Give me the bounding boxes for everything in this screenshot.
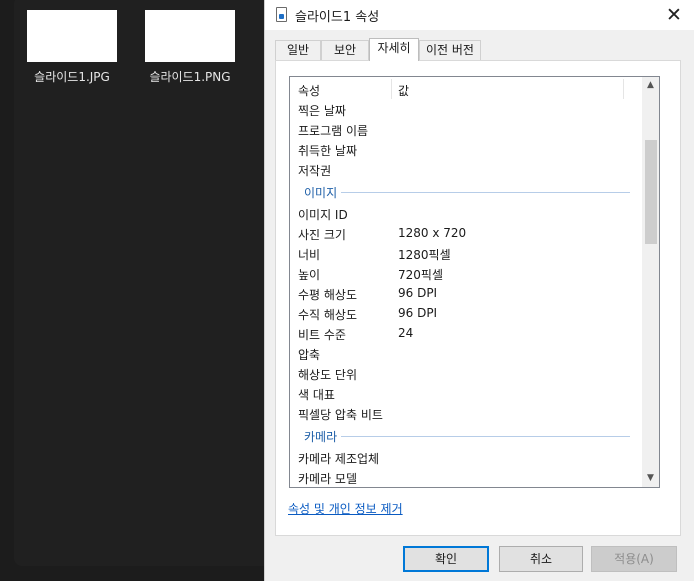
property-name: 사진 크기 [298,228,346,242]
property-value: 24 [398,326,414,340]
file-item-png[interactable]: 슬라이드1.PNG [142,8,238,85]
property-name: 수직 해상도 [298,308,358,322]
property-value: 96 DPI [398,306,438,320]
property-name: 픽셀당 압축 비트 [298,408,383,422]
property-rows: 찍은 날짜 프로그램 이름 취득한 날짜 저작권 이미지 이미지 ID 사진 크… [290,99,643,487]
group-label: 이미지 [304,184,342,201]
property-name: 너비 [298,248,321,262]
tab-details[interactable]: 자세히 [369,38,419,61]
property-name: 프로그램 이름 [298,124,369,138]
group-label: 카메라 [304,428,342,445]
property-row[interactable]: 사진 크기 1280 x 720 [290,223,643,243]
details-tab-page: 속성 값 찍은 날짜 프로그램 이름 취득한 날짜 저작권 이미지 이미지 ID… [275,60,681,536]
property-row[interactable]: 수평 해상도 96 DPI [290,283,643,303]
group-header-image: 이미지 [290,179,643,203]
tab-general[interactable]: 일반 [275,40,321,60]
property-name: 카메라 모델 [298,472,358,486]
group-divider [304,192,630,193]
vertical-scrollbar[interactable]: ▲ ▼ [642,77,659,487]
column-header: 속성 값 [290,77,643,100]
property-row[interactable]: 프로그램 이름 [290,119,643,139]
property-row[interactable]: 카메라 제조업체 [290,447,643,467]
property-name: 색 대표 [298,388,335,402]
property-row[interactable]: 이미지 ID [290,203,643,223]
column-divider[interactable] [391,79,392,99]
property-row[interactable]: 높이 720픽셀 [290,263,643,283]
tab-security[interactable]: 보안 [321,40,369,60]
column-divider[interactable] [623,79,624,99]
apply-button[interactable]: 적용(A) [591,546,677,572]
property-name: 압축 [298,348,321,362]
property-name: 비트 수준 [298,328,346,342]
column-header-value[interactable]: 값 [398,82,409,99]
properties-dialog: 슬라이드1 속성 ✕ 일반 보안 자세히 이전 버전 속성 값 찍은 날짜 프로… [264,0,694,581]
property-row[interactable]: 저작권 [290,159,643,179]
property-row[interactable]: 찍은 날짜 [290,99,643,119]
property-row[interactable]: 해상도 단위 [290,363,643,383]
property-row[interactable]: 수직 해상도 96 DPI [290,303,643,323]
property-value: 1280 x 720 [398,226,467,240]
property-row[interactable]: 색 대표 [290,383,643,403]
property-row[interactable]: 취득한 날짜 [290,139,643,159]
remove-properties-link[interactable]: 속성 및 개인 정보 제거 [288,500,403,517]
property-row[interactable]: 픽셀당 압축 비트 [290,403,643,423]
scroll-up-arrow-icon[interactable]: ▲ [642,77,659,94]
group-divider [304,436,630,437]
file-icon [276,7,287,22]
property-value: 720픽셀 [398,268,443,282]
property-value: 1280픽셀 [398,248,451,262]
title-bar[interactable]: 슬라이드1 속성 ✕ [265,0,694,30]
column-header-property[interactable]: 속성 [298,82,320,99]
property-name: 이미지 ID [298,208,348,222]
cancel-button[interactable]: 취소 [499,546,583,572]
file-name: 슬라이드1.JPG [34,70,110,84]
property-row[interactable]: 압축 [290,343,643,363]
property-name: 높이 [298,268,321,282]
property-row[interactable]: 너비 1280픽셀 [290,243,643,263]
property-row[interactable]: 비트 수준 24 [290,323,643,343]
file-thumbnail [145,10,235,62]
properties-list[interactable]: 속성 값 찍은 날짜 프로그램 이름 취득한 날짜 저작권 이미지 이미지 ID… [289,76,660,488]
property-name: 취득한 날짜 [298,144,358,158]
file-name: 슬라이드1.PNG [149,70,231,84]
tab-previous-versions[interactable]: 이전 버전 [419,40,481,60]
file-item-jpg[interactable]: 슬라이드1.JPG [24,8,120,85]
file-thumbnail [27,10,117,62]
property-name: 해상도 단위 [298,368,358,382]
property-name: 카메라 제조업체 [298,452,380,466]
ok-button[interactable]: 확인 [403,546,489,572]
scroll-down-arrow-icon[interactable]: ▼ [642,470,659,487]
close-button[interactable]: ✕ [663,4,685,26]
group-header-camera: 카메라 [290,423,643,447]
property-name: 수평 해상도 [298,288,358,302]
dialog-title: 슬라이드1 속성 [295,10,380,25]
scrollbar-thumb[interactable] [645,140,657,244]
property-name: 저작권 [298,164,332,178]
property-row[interactable]: 카메라 모델 [290,467,643,487]
property-name: 찍은 날짜 [298,104,346,118]
property-value: 96 DPI [398,286,438,300]
